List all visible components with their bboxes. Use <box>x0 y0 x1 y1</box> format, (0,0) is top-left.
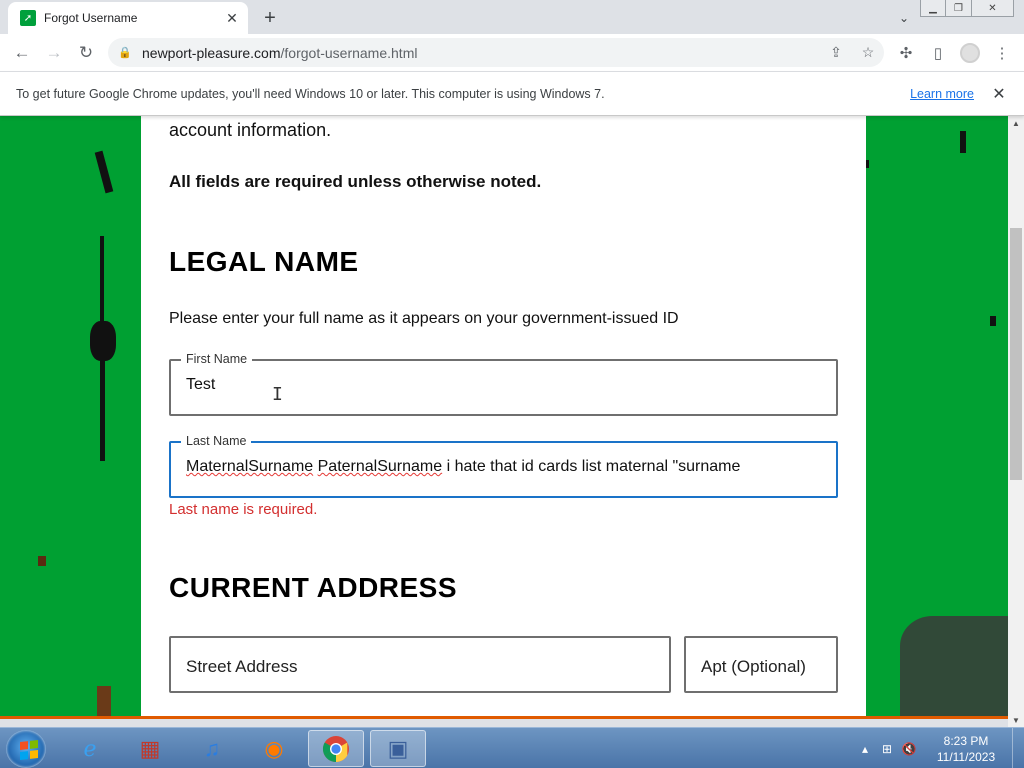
apt-placeholder: Apt (Optional) <box>701 657 806 676</box>
menu-kebab-icon[interactable]: ⋮ <box>986 38 1018 67</box>
browser-toolbar: ← → ↻ 🔒 newport-pleasure.com/forgot-user… <box>0 34 1024 71</box>
show-desktop-button[interactable] <box>1012 728 1024 768</box>
current-address-heading: CURRENT ADDRESS <box>169 572 458 603</box>
update-infobar: To get future Google Chrome updates, you… <box>0 71 1024 116</box>
learn-more-link[interactable]: Learn more <box>910 87 974 101</box>
background-texture <box>97 686 111 716</box>
window-close-button[interactable]: ✕ <box>972 0 1014 17</box>
last-name-error: Last name is required. <box>169 501 318 518</box>
background-texture <box>90 321 116 361</box>
windows-logo-icon <box>20 740 38 760</box>
street-address-field[interactable]: Street Address <box>169 636 671 693</box>
page-scrollbar[interactable]: ▲ ▼ <box>1008 116 1024 727</box>
chrome-icon <box>322 735 349 762</box>
tab-strip: ➚ Forgot Username ✕ + ⌄ ▁ ❐ ✕ <box>0 0 1024 34</box>
url-path: /forgot-username.html <box>280 44 418 61</box>
address-bar[interactable]: 🔒 newport-pleasure.com/forgot-username.h… <box>108 38 884 67</box>
side-panel-icon[interactable]: ▯ <box>922 38 954 67</box>
last-name-value-rest: i hate that id cards list maternal "surn… <box>446 458 741 475</box>
share-icon[interactable]: ⇪ <box>820 44 852 61</box>
url-text[interactable]: newport-pleasure.com/forgot-username.htm… <box>142 45 820 61</box>
tray-expand-icon[interactable]: ▴ <box>854 742 876 756</box>
street-address-placeholder: Street Address <box>186 657 298 676</box>
clock-date: 11/11/2023 <box>936 749 996 764</box>
form-card: account information. All fields are requ… <box>141 116 866 716</box>
page-viewport: account information. All fields are requ… <box>0 116 1008 716</box>
network-icon[interactable]: ⊞ <box>876 742 898 756</box>
tab-title: Forgot Username <box>44 11 138 25</box>
internet-explorer-icon[interactable]: ℯ <box>62 730 118 767</box>
archive-app-icon[interactable]: ▦ <box>122 730 178 767</box>
window-controls: ▁ ❐ ✕ <box>920 0 1014 17</box>
tab-close-icon[interactable]: ✕ <box>222 8 242 28</box>
last-name-label: Last Name <box>181 434 252 448</box>
scrollbar-thumb[interactable] <box>1010 228 1022 480</box>
clock[interactable]: 8:23 PM 11/11/2023 <box>920 733 1012 765</box>
tab-forgot-username[interactable]: ➚ Forgot Username ✕ <box>8 2 248 34</box>
last-name-field[interactable]: Last Name MaternalSurname PaternalSurnam… <box>169 434 838 498</box>
infobar-message: To get future Google Chrome updates, you… <box>16 86 605 101</box>
first-name-label: First Name <box>181 352 253 366</box>
back-arrow-icon[interactable]: ← <box>6 37 38 69</box>
new-tab-button[interactable]: + <box>258 6 282 30</box>
tab-search-chevron-icon[interactable]: ⌄ <box>894 8 914 28</box>
reload-icon[interactable]: ↻ <box>70 37 102 69</box>
required-fields-note: All fields are required unless otherwise… <box>169 172 542 191</box>
volume-muted-icon[interactable]: 🔇 <box>898 742 920 756</box>
text-cursor-icon: I <box>272 384 283 405</box>
profile-avatar[interactable] <box>954 38 986 67</box>
forward-arrow-icon[interactable]: → <box>38 37 70 69</box>
remote-desktop-icon[interactable]: ▣ <box>370 730 426 767</box>
bookmark-star-icon[interactable]: ☆ <box>852 44 884 61</box>
background-texture <box>100 361 105 461</box>
infobar-close-icon[interactable]: ✕ <box>990 84 1008 104</box>
restore-button[interactable]: ❐ <box>946 0 972 17</box>
background-texture <box>866 160 869 168</box>
last-name-value[interactable]: MaternalSurname PaternalSurname i hate t… <box>186 458 740 476</box>
scroll-down-icon[interactable]: ▼ <box>1008 713 1024 727</box>
extensions-puzzle-icon[interactable]: ✣ <box>890 38 922 67</box>
url-host: newport-pleasure.com <box>142 44 281 61</box>
background-texture <box>960 131 966 153</box>
start-button[interactable] <box>6 730 46 768</box>
first-name-value[interactable]: Test <box>186 376 215 394</box>
chrome-taskbar-button[interactable] <box>308 730 364 767</box>
lock-icon[interactable]: 🔒 <box>118 46 132 59</box>
background-texture <box>990 316 996 326</box>
system-tray: ▴ ⊞ 🔇 8:23 PM 11/11/2023 <box>854 728 1024 768</box>
minimize-button[interactable]: ▁ <box>920 0 946 17</box>
spellcheck-word: PaternalSurname <box>317 458 443 475</box>
site-favicon-icon: ➚ <box>20 10 36 26</box>
legal-name-heading: LEGAL NAME <box>169 246 359 277</box>
first-name-field[interactable]: First Name Test <box>169 352 838 416</box>
scroll-up-icon[interactable]: ▲ <box>1008 116 1024 130</box>
background-texture <box>100 236 104 326</box>
page-bottom-border <box>0 716 1008 719</box>
toolbar-actions: ✣ ▯ ⋮ <box>890 38 1018 67</box>
avatar-circle <box>960 42 980 63</box>
intro-text: account information. <box>169 120 332 140</box>
background-texture <box>38 556 46 566</box>
background-texture <box>94 150 114 194</box>
itunes-icon[interactable]: ♫ <box>184 730 240 767</box>
spellcheck-word: MaternalSurname <box>186 458 314 475</box>
apt-field[interactable]: Apt (Optional) <box>684 636 838 693</box>
background-texture <box>900 616 1008 716</box>
legal-name-help-text: Please enter your full name as it appear… <box>169 310 679 327</box>
firefox-icon[interactable]: ◉ <box>246 730 302 767</box>
clock-time: 8:23 PM <box>943 733 989 748</box>
windows-taskbar: ℯ ▦ ♫ ◉ ▣ ▴ ⊞ 🔇 8:23 PM 11/11/2023 <box>0 727 1024 768</box>
